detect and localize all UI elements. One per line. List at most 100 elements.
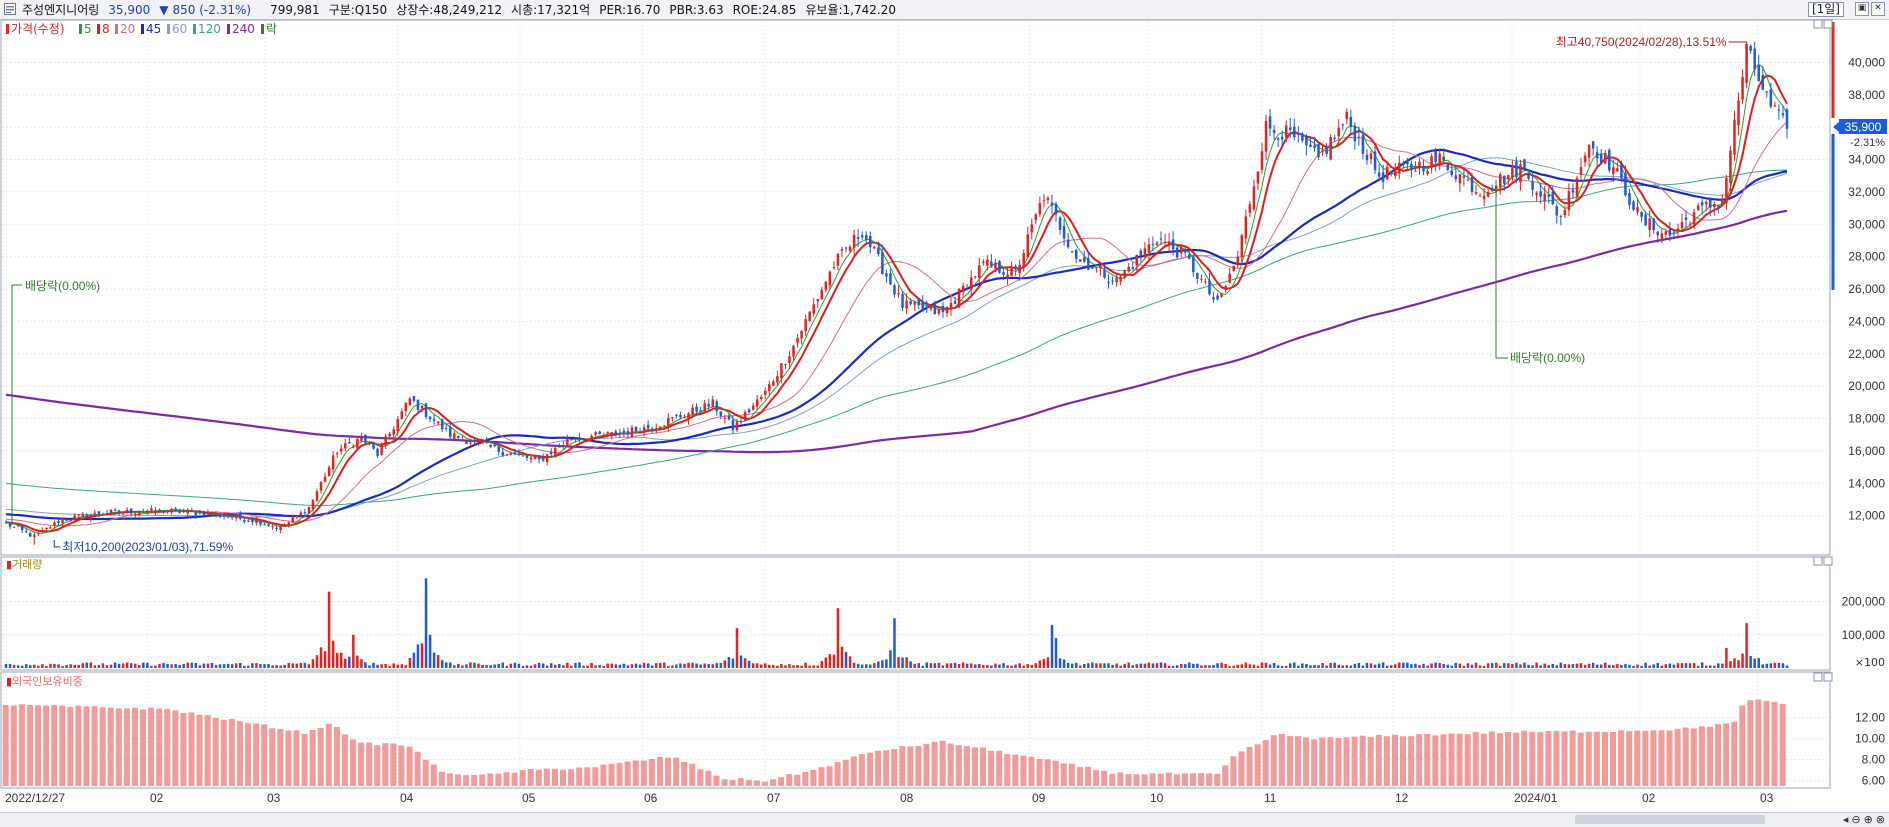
- candle-body: [1288, 127, 1292, 130]
- volume-bar: [1244, 662, 1248, 668]
- foreign-ownership-bar: [681, 761, 688, 786]
- volume-bar: [763, 663, 767, 668]
- candle-body: [125, 509, 129, 512]
- candle-body: [763, 390, 767, 395]
- candle-body: [881, 252, 884, 275]
- volume-bar: [868, 664, 872, 668]
- candle-body: [1668, 229, 1672, 236]
- volume-bar: [630, 664, 634, 668]
- price-badge-value: 35,900: [1845, 120, 1882, 134]
- foreign-ownership-bar: [1157, 773, 1164, 786]
- volume-bar: [1503, 663, 1506, 668]
- candle-body: [1393, 169, 1397, 176]
- volume-bar: [1361, 665, 1365, 668]
- foreign-ownership-bar: [1060, 763, 1067, 786]
- volume-bar: [1321, 662, 1324, 668]
- volume-bar: [1268, 664, 1272, 668]
- candle-body: [505, 454, 509, 456]
- candle-body: [614, 431, 618, 436]
- candle-body: [230, 516, 234, 518]
- volume-bar: [1220, 662, 1223, 668]
- candle-body: [1777, 109, 1781, 111]
- candle-body: [1579, 167, 1583, 175]
- volume-bar: [93, 665, 97, 668]
- volume-bar: [162, 662, 165, 668]
- candle-body: [590, 435, 593, 440]
- horizontal-scrollbar[interactable]: ◂ ⊖ ⊕ ⊗: [0, 812, 1889, 827]
- foreign-tick-label: 8.00: [1862, 753, 1886, 767]
- volume-bar: [174, 664, 177, 668]
- price-tick-label: 20,000: [1848, 379, 1885, 393]
- volume-bar: [279, 665, 282, 668]
- volume-bar: [1034, 663, 1038, 668]
- zoom-fit-icon[interactable]: ⊗: [1876, 813, 1885, 826]
- candle-body: [1083, 257, 1086, 262]
- candle-body: [772, 381, 775, 386]
- volume-bar: [85, 662, 89, 668]
- foreign-ownership-bar: [2, 705, 9, 786]
- foreign-ownership-bar: [543, 768, 550, 786]
- candle-body: [444, 427, 448, 429]
- candle-body: [719, 411, 723, 416]
- foreign-ownership-bar: [1424, 733, 1431, 786]
- volume-bar: [448, 662, 452, 668]
- candle-body: [1430, 156, 1433, 168]
- candle-body: [1058, 217, 1062, 230]
- candle-body: [998, 260, 1001, 273]
- scroll-left-icon[interactable]: ◂: [1843, 813, 1849, 826]
- volume-bar: [1163, 663, 1167, 668]
- volume-bar: [1563, 664, 1567, 668]
- zoom-out-icon[interactable]: ⊖: [1851, 813, 1860, 826]
- foreign-ownership-bar: [1076, 767, 1083, 786]
- volume-bar: [1256, 665, 1260, 668]
- candle-body: [1260, 151, 1264, 170]
- candle-body: [1066, 239, 1070, 248]
- foreign-ownership-bar: [228, 718, 235, 786]
- candle-body: [824, 281, 828, 290]
- candle-body: [723, 417, 727, 419]
- candle-body: [909, 301, 912, 305]
- zoom-in-icon[interactable]: ⊕: [1864, 813, 1873, 826]
- volume-bar: [929, 663, 933, 668]
- volume-bar: [634, 663, 638, 668]
- candle-body: [1236, 256, 1240, 265]
- volume-bar: [707, 664, 710, 668]
- foreign-ownership-bar: [939, 740, 946, 786]
- volume-bar: [400, 664, 404, 668]
- volume-bar: [101, 663, 105, 668]
- volume-bar: [525, 665, 529, 668]
- candle-body: [1454, 175, 1458, 180]
- volume-bar: [856, 663, 860, 668]
- volume-bar: [299, 663, 303, 668]
- candle-body: [392, 429, 395, 435]
- volume-bar: [1309, 665, 1312, 668]
- foreign-ownership-bar: [1674, 728, 1681, 786]
- candle-body: [247, 520, 250, 522]
- volume-bar: [1276, 665, 1280, 668]
- candle-body: [368, 443, 371, 445]
- candle-body: [1410, 163, 1413, 170]
- volume-bar: [1365, 662, 1369, 668]
- volume-bar: [158, 664, 161, 668]
- volume-bar: [1103, 663, 1106, 668]
- volume-bar: [1616, 664, 1619, 668]
- volume-bar: [424, 578, 428, 668]
- foreign-ownership-bar: [729, 779, 736, 786]
- stock-chart[interactable]: 12,000 14,000 16,000 18,000 20,000 22,000 24,0…: [0, 0, 1889, 812]
- volume-bar: [1139, 663, 1143, 668]
- volume-bar: [339, 652, 343, 668]
- foreign-ownership-bar: [26, 704, 33, 786]
- candle-body: [16, 525, 20, 527]
- volume-bar: [412, 652, 416, 668]
- candle-body: [1587, 144, 1591, 158]
- candle-body: [1547, 194, 1550, 197]
- foreign-ownership-bar: [414, 751, 421, 786]
- scroll-thumb[interactable]: [1575, 815, 1765, 824]
- volume-bar: [1470, 664, 1474, 668]
- foreign-ownership-bar: [673, 757, 680, 786]
- candle-body: [440, 419, 444, 430]
- candle-body: [138, 512, 141, 516]
- candle-body: [699, 410, 702, 413]
- volume-bar: [961, 662, 965, 668]
- candle-body: [1147, 244, 1151, 253]
